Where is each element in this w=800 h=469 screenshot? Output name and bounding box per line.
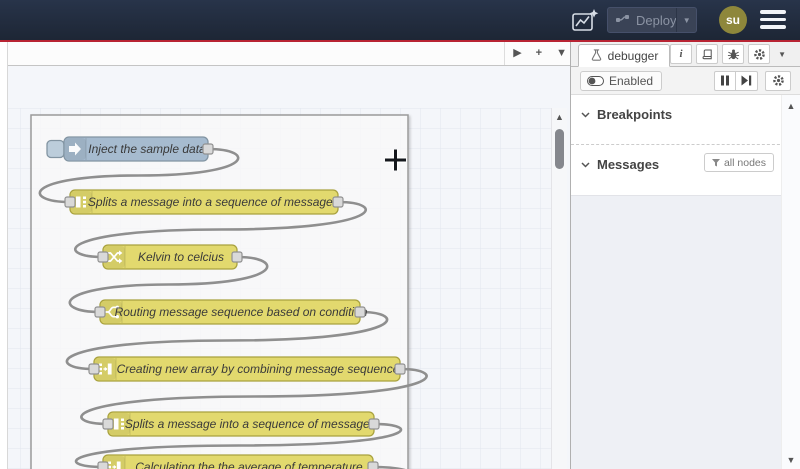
scroll-up-icon[interactable]: ▲: [782, 101, 800, 111]
section-messages[interactable]: Messages all nodes: [571, 145, 800, 180]
debugger-panel: Breakpoints Messages all nodes ▲ ▼: [571, 95, 800, 469]
chevron-down-icon: [581, 161, 590, 168]
settings-button[interactable]: [748, 44, 771, 64]
node-port[interactable]: [354, 306, 366, 318]
flow-tab-bar: ▶ + ▼: [8, 42, 570, 66]
debug-button[interactable]: [722, 44, 745, 64]
inject-button[interactable]: [46, 139, 65, 159]
pause-icon: [721, 75, 729, 86]
chevron-down-icon: [581, 111, 590, 118]
flow-list-caret-icon[interactable]: ▼: [556, 42, 567, 65]
funnel-icon: [711, 158, 720, 166]
node-label: Calculating the the average of temperatu…: [135, 460, 363, 469]
node-port[interactable]: [368, 418, 380, 430]
flask-icon: [591, 49, 601, 61]
node-port[interactable]: [394, 363, 406, 375]
caret-down-icon: ▼: [682, 15, 691, 25]
node-port[interactable]: [94, 306, 106, 318]
right-sidebar: debugger i ▼ Enabled Breakpoints Message…: [570, 42, 800, 469]
sidebar-tab-bar: debugger i ▼: [571, 42, 800, 67]
add-flow-icon[interactable]: +: [536, 42, 542, 65]
help-button[interactable]: [696, 44, 719, 64]
enabled-label: Enabled: [609, 73, 654, 88]
gear-icon: [753, 48, 765, 60]
flow-node-join[interactable]: Creating new array by combining message …: [88, 356, 406, 382]
section-breakpoints[interactable]: Breakpoints: [571, 95, 800, 130]
debugger-enabled-toggle[interactable]: Enabled: [580, 70, 663, 91]
node-label: Kelvin to celcius: [138, 250, 224, 264]
book-icon: [702, 49, 712, 59]
flow-node-change[interactable]: Kelvin to celcius: [97, 244, 243, 270]
palette-collapsed-strip: [0, 42, 8, 469]
pause-button[interactable]: [714, 70, 736, 91]
messages-title: Messages: [597, 157, 660, 172]
step-button[interactable]: [736, 70, 758, 91]
sidebar-scrollbar[interactable]: ▲ ▼: [781, 95, 800, 469]
node-port[interactable]: [97, 251, 109, 263]
node-port[interactable]: [88, 363, 100, 375]
node-label: Creating new array by combining message …: [117, 362, 400, 376]
message-filter-button[interactable]: all nodes: [703, 153, 774, 172]
flow-node-switch[interactable]: Routing message sequence based on condit…: [94, 299, 368, 325]
breakpoints-title: Breakpoints: [597, 107, 673, 122]
bug-icon: [727, 48, 739, 59]
scroll-up-icon[interactable]: ▲: [552, 112, 567, 122]
flow-node-split[interactable]: Splits a message into a sequence of mess…: [64, 189, 344, 215]
debugger-settings-button[interactable]: [765, 70, 791, 91]
node-port[interactable]: [102, 418, 114, 430]
node-port[interactable]: [231, 251, 243, 263]
filter-label: all nodes: [723, 156, 766, 169]
flow-node-inject[interactable]: Inject the sample data: [46, 136, 214, 162]
header-bar: Deploy ▼ su: [0, 0, 800, 40]
deploy-label: Deploy: [636, 12, 677, 28]
flow-node-split[interactable]: Splits a message into a sequence of mess…: [102, 411, 380, 437]
flow-svg: Inject the sample data Splits a message i…: [8, 108, 551, 469]
vertical-scrollbar[interactable]: ▲ ▼: [551, 108, 567, 469]
user-avatar[interactable]: su: [719, 6, 747, 34]
node-port[interactable]: [367, 461, 379, 469]
messages-list: [571, 195, 781, 469]
node-label: Routing message sequence based on condit…: [115, 305, 368, 319]
sidebar-caret-icon[interactable]: ▼: [778, 50, 786, 59]
tab-debugger-label: debugger: [607, 48, 659, 63]
deploy-button[interactable]: Deploy ▼: [607, 7, 697, 33]
main-menu-icon[interactable]: [760, 10, 788, 30]
node-port[interactable]: [202, 143, 214, 155]
flow-editor-icon[interactable]: [571, 9, 599, 33]
flow-canvas[interactable]: Inject the sample data Splits a message i…: [0, 42, 570, 469]
tab-debugger[interactable]: debugger: [578, 44, 670, 67]
node-label: Splits a message into a sequence of mess…: [88, 195, 342, 209]
toggle-icon: [587, 75, 604, 86]
debugger-controls: Enabled: [571, 67, 800, 95]
node-port[interactable]: [64, 196, 76, 208]
step-icon: [741, 75, 752, 86]
node-port[interactable]: [97, 461, 109, 469]
deploy-icon: [616, 15, 629, 22]
node-port[interactable]: [332, 196, 344, 208]
gear-icon: [772, 75, 784, 86]
node-label: Splits a message into a sequence of mess…: [125, 417, 379, 431]
avatar-initials: su: [725, 13, 740, 27]
node-label: Inject the sample data: [88, 142, 206, 156]
info-button[interactable]: i: [670, 44, 693, 64]
flow-node-join[interactable]: Calculating the the average of temperatu…: [97, 454, 379, 469]
deploy-options-caret[interactable]: ▼: [676, 8, 696, 32]
vertical-scroll-thumb[interactable]: [555, 129, 564, 169]
info-icon: i: [679, 48, 683, 60]
next-tab-icon[interactable]: ▶: [513, 42, 521, 65]
scroll-down-icon[interactable]: ▼: [782, 455, 800, 465]
header-accent-line: [0, 40, 800, 42]
